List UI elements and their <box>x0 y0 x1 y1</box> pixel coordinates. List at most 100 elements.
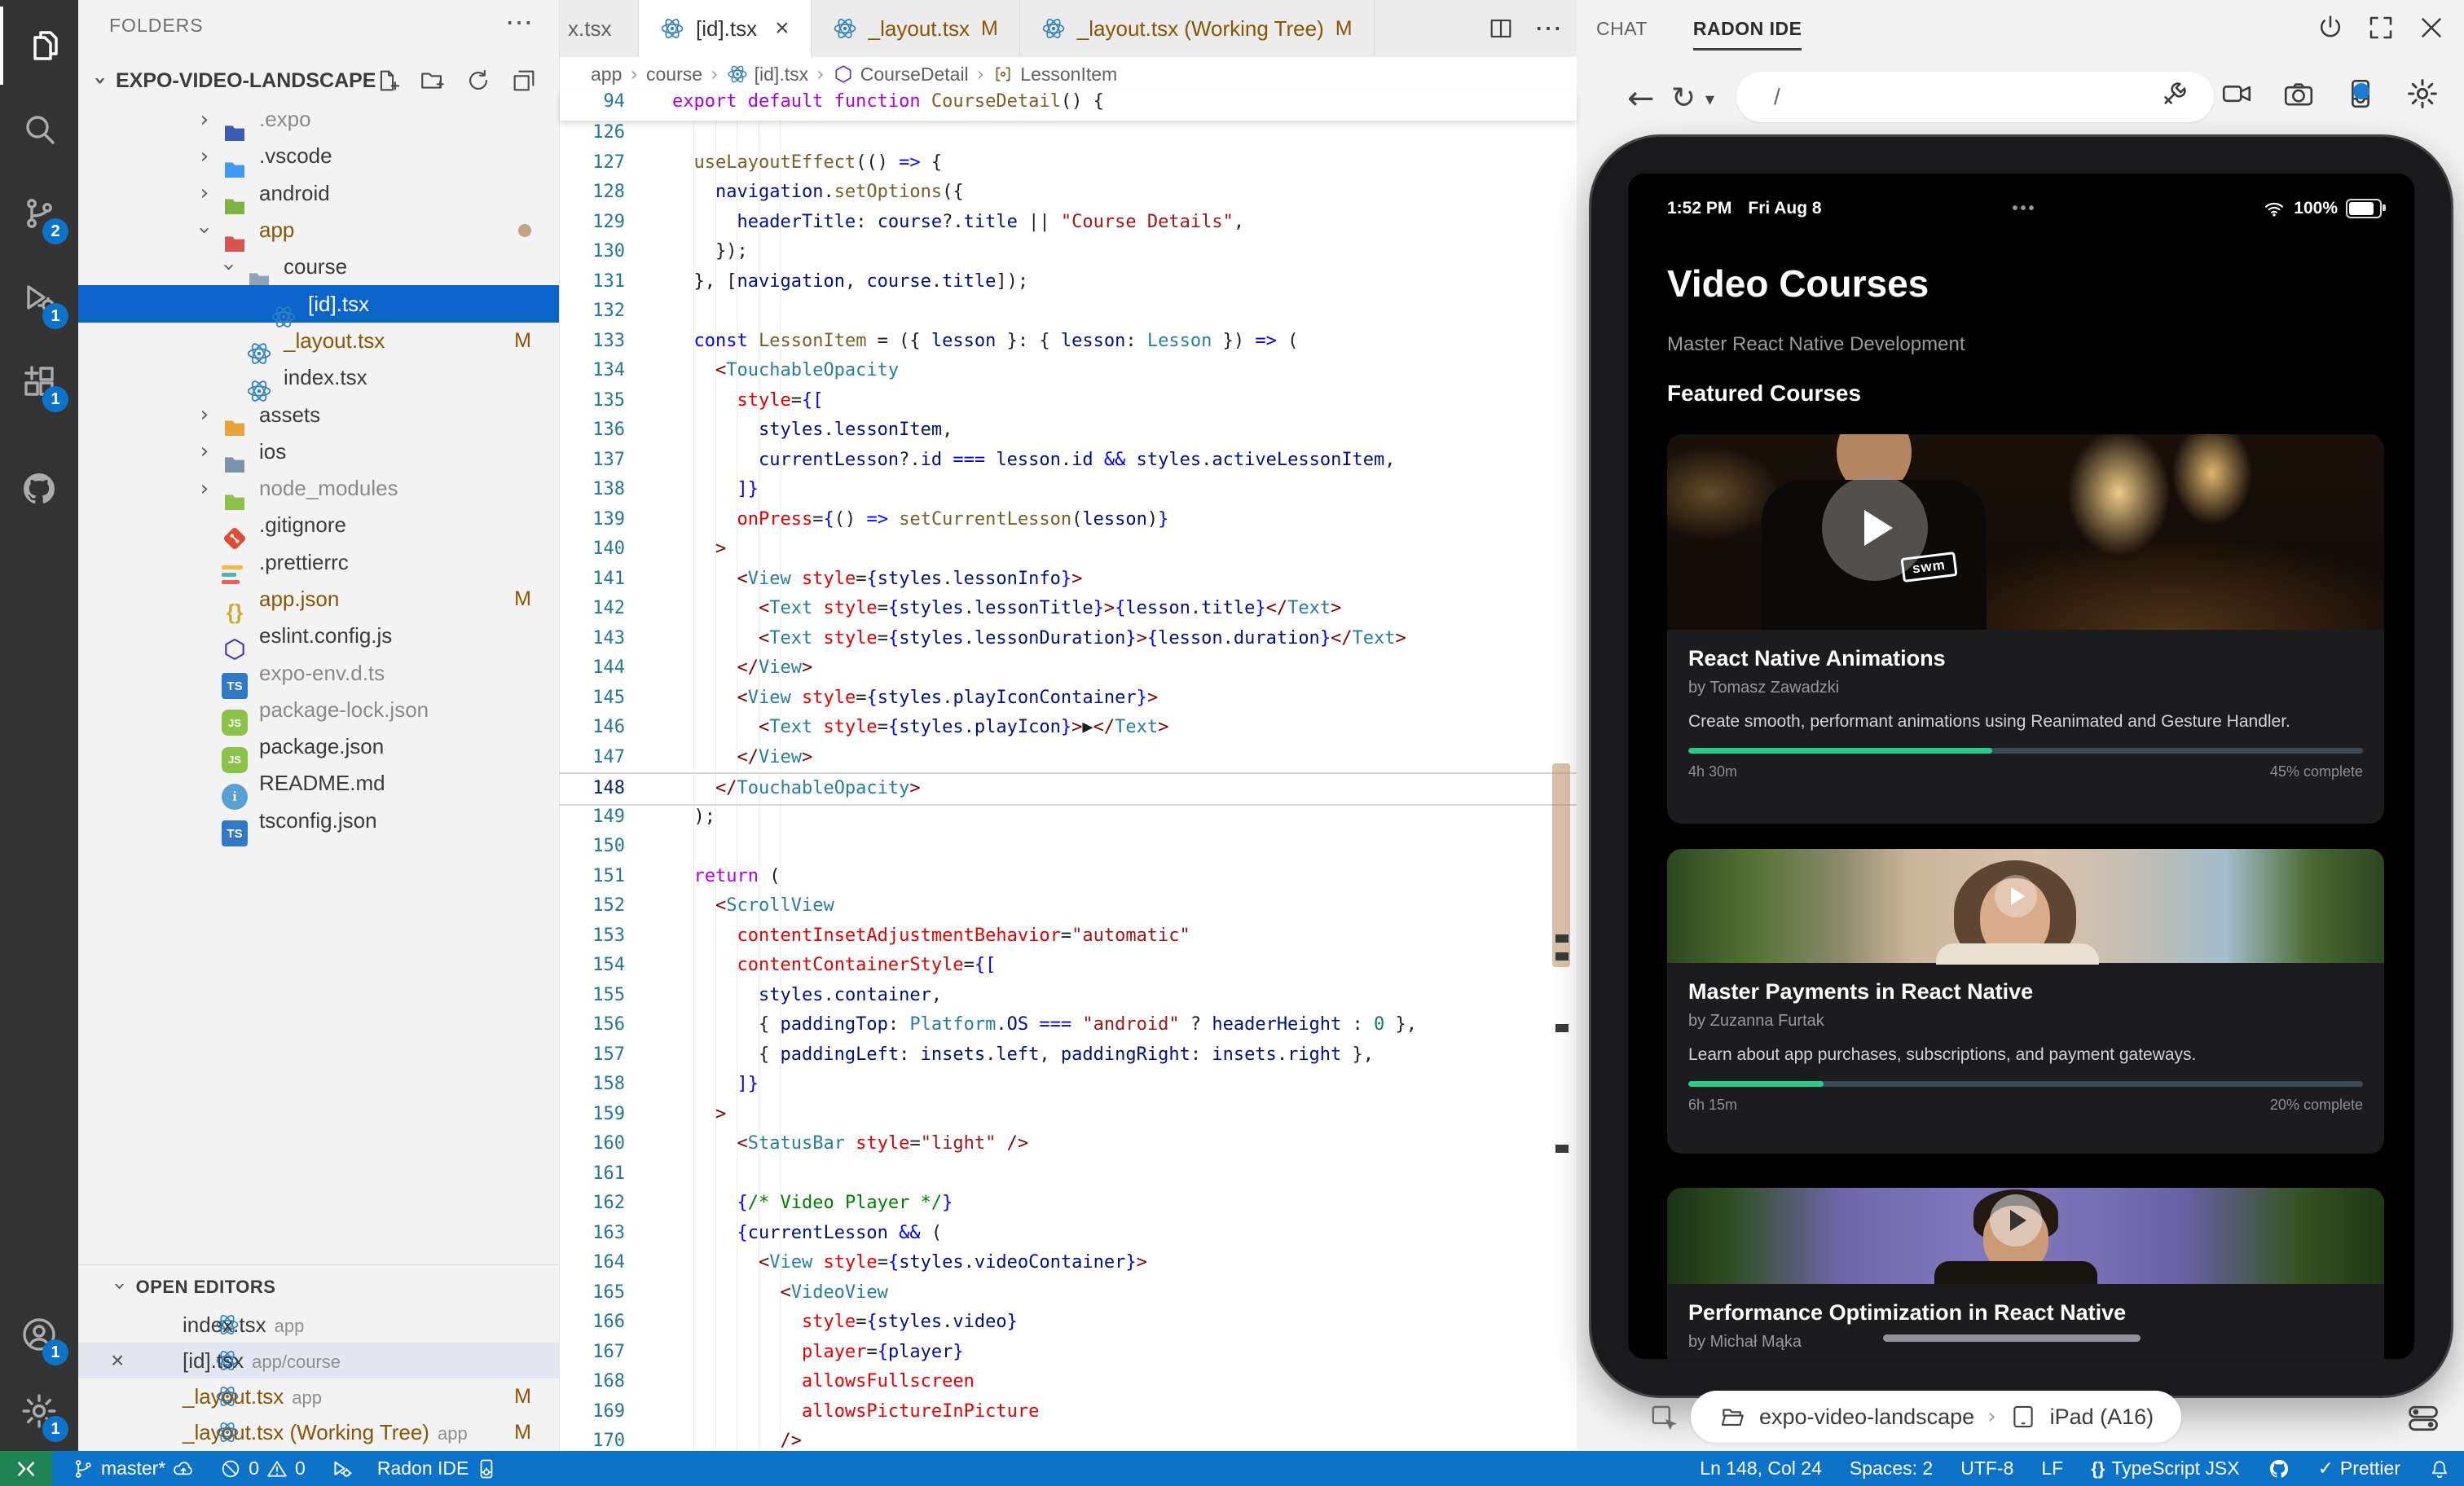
open-editor--layout-tsx[interactable]: _layout.tsxappM <box>78 1378 559 1414</box>
tree-item-app-json[interactable]: {}app.jsonM <box>78 581 559 618</box>
tab--id-tsx[interactable]: [id].tsx× <box>639 0 812 57</box>
course-card-1[interactable]: swmReact Native Animationsby Tomasz Zawa… <box>1667 434 2384 824</box>
tree-item--gitignore[interactable]: .gitignore <box>78 507 559 543</box>
breadcrumb-item[interactable]: app <box>591 64 622 86</box>
tree-item-package-json[interactable]: JSpackage.json <box>78 728 559 765</box>
tree-item-eslint-config-js[interactable]: eslint.config.js <box>78 618 559 654</box>
open-editors-header[interactable]: › OPEN EDITORS <box>109 1276 275 1298</box>
activity-bar: 21111 <box>0 0 78 1451</box>
open-editor--id-tsx[interactable]: ×[id].tsxapp/course <box>78 1343 559 1378</box>
course-card-2[interactable]: Master Payments in React Nativeby Zuzann… <box>1667 849 2384 1154</box>
videocam-icon[interactable] <box>2220 77 2254 111</box>
refresh-icon[interactable] <box>464 67 492 95</box>
tree-item-README-md[interactable]: iREADME.md <box>78 765 559 802</box>
camera-icon[interactable] <box>2281 77 2316 111</box>
split-editor-icon[interactable] <box>1487 15 1515 42</box>
tree-item--expo[interactable]: ›.expo <box>78 101 559 138</box>
play-button[interactable] <box>1995 875 2037 917</box>
video-scrubber[interactable] <box>1883 1334 2141 1342</box>
tree-item-assets[interactable]: ›assets <box>78 396 559 433</box>
tab-x-tsx[interactable]: x.tsx <box>560 0 639 57</box>
tree-item-expo-env-d-ts[interactable]: TSexpo-env.d.ts <box>78 654 559 691</box>
open-editor-index-tsx[interactable]: index.tsxapp <box>78 1307 559 1343</box>
notifications[interactable] <box>2428 1457 2451 1480</box>
activity-run-debug[interactable]: 1 <box>0 259 78 337</box>
tab--layout-tsx-Working-Tree-[interactable]: _layout.tsx (Working Tree)M <box>1020 0 1375 57</box>
indentation[interactable]: Spaces: 2 <box>1850 1457 1933 1479</box>
code-line-126: 126 <box>560 120 1577 148</box>
panel-tab-radon-ide[interactable]: RADON IDE <box>1693 0 1802 57</box>
device-selector[interactable]: expo-video-landscape › iPad (A16) <box>1691 1391 2181 1443</box>
tree-item-tsconfig-json[interactable]: TStsconfig.json <box>78 802 559 839</box>
remote-indicator[interactable] <box>0 1451 52 1486</box>
close-icon[interactable]: × <box>775 15 790 42</box>
breadcrumb-item[interactable]: course <box>646 64 702 86</box>
formatter[interactable]: ✓Prettier <box>2318 1457 2400 1479</box>
sticky-scroll-line[interactable]: 94export default function CourseDetail()… <box>560 91 1577 121</box>
breadcrumb-item[interactable]: [id].tsx <box>727 64 808 86</box>
inspect-element-icon[interactable] <box>1648 1402 1681 1435</box>
new-file-icon[interactable] <box>373 67 401 95</box>
problems[interactable]: 00 <box>219 1457 306 1480</box>
breadcrumb-item[interactable]: LessonItem <box>992 64 1117 86</box>
activity-search[interactable] <box>0 90 78 168</box>
debug-status[interactable] <box>330 1457 353 1480</box>
ipad-screen[interactable]: 1:52 PM Fri Aug 8 ••• 100% Video Courses… <box>1628 174 2414 1359</box>
play-button[interactable] <box>1990 1194 2042 1246</box>
code-line-130: 130 }); <box>560 237 1577 267</box>
cursor-position[interactable]: Ln 148, Col 24 <box>1700 1457 1822 1479</box>
wrench-icon[interactable] <box>2158 77 2192 111</box>
more-actions-icon[interactable]: ⋯ <box>1534 12 1562 45</box>
close-icon[interactable]: × <box>111 1348 124 1374</box>
url-bar[interactable]: / <box>1736 72 2214 122</box>
tree-item-package-lock-json[interactable]: JSpackage-lock.json <box>78 692 559 728</box>
open-editor--layout-tsx-Working-Tree-[interactable]: _layout.tsx (Working Tree)appM <box>78 1414 559 1450</box>
breadcrumb-item[interactable]: CourseDetail <box>833 64 969 86</box>
section-heading: Featured Courses <box>1667 380 1861 407</box>
eol[interactable]: LF <box>2041 1457 2063 1479</box>
activity-settings[interactable]: 1 <box>0 1372 78 1450</box>
code-area[interactable]: 126127 useLayoutEffect(() => {128 naviga… <box>560 120 1577 1451</box>
expand-icon[interactable] <box>2366 13 2396 42</box>
encoding[interactable]: UTF-8 <box>1960 1457 2013 1479</box>
explorer-icon <box>21 26 60 65</box>
back-button[interactable]: ← <box>1627 80 1655 117</box>
activity-explorer[interactable] <box>0 7 78 85</box>
new-folder-icon[interactable] <box>419 67 447 95</box>
radon-ide-panel: CHAT RADON IDE ← ↻ ▾ / 1:52 PM Fri Aug 8 … <box>1577 0 2464 1451</box>
device-settings-icon[interactable] <box>2405 1400 2441 1436</box>
course-video-thumbnail[interactable]: swm <box>1667 434 2384 630</box>
github-status[interactable] <box>2268 1457 2290 1480</box>
power-icon[interactable] <box>2316 13 2345 42</box>
activity-account[interactable]: 1 <box>0 1295 78 1374</box>
course-video-thumbnail[interactable] <box>1667 849 2384 963</box>
tree-item--layout-tsx[interactable]: _layout.tsxM <box>78 323 559 359</box>
tree-item--prettierrc[interactable]: .prettierrc <box>78 544 559 581</box>
reload-dropdown-icon[interactable]: ▾ <box>1705 90 1714 110</box>
course-video-thumbnail[interactable] <box>1667 1188 2384 1284</box>
tree-item-index-tsx[interactable]: index.tsx <box>78 359 559 396</box>
chevron-icon: › <box>194 109 215 130</box>
radon-ide-status[interactable]: Radon IDE <box>377 1457 499 1480</box>
reload-button[interactable]: ↻ <box>1671 81 1696 115</box>
git-branch[interactable]: master* <box>72 1457 195 1480</box>
settings-icon[interactable] <box>2405 77 2440 111</box>
activity-source-control[interactable]: 2 <box>0 174 78 253</box>
course-card-3[interactable]: Performance Optimization in React Native… <box>1667 1188 2384 1359</box>
code-line-159: 159 > <box>560 1100 1577 1130</box>
activity-github[interactable] <box>0 450 78 528</box>
collapse-all-icon[interactable] <box>510 67 538 95</box>
tree-item-app[interactable]: ›app <box>78 212 559 248</box>
tree-item--vscode[interactable]: ›.vscode <box>78 138 559 174</box>
activity-extensions[interactable]: 1 <box>0 342 78 420</box>
tree-item-course[interactable]: ›course <box>78 248 559 285</box>
language-mode[interactable]: {}TypeScript JSX <box>2091 1457 2239 1479</box>
tree-item-ios[interactable]: ›ios <box>78 433 559 470</box>
tree-item--id-tsx[interactable]: [id].tsx <box>78 285 559 322</box>
tree-item-node-modules[interactable]: ›node_modules <box>78 470 559 507</box>
folders-more-icon[interactable]: ⋯ <box>505 7 533 39</box>
close-icon[interactable] <box>2417 13 2446 42</box>
tab--layout-tsx[interactable]: _layout.tsxM <box>812 0 1020 57</box>
tree-item-android[interactable]: ›android <box>78 175 559 212</box>
panel-tab-chat[interactable]: CHAT <box>1596 0 1648 57</box>
